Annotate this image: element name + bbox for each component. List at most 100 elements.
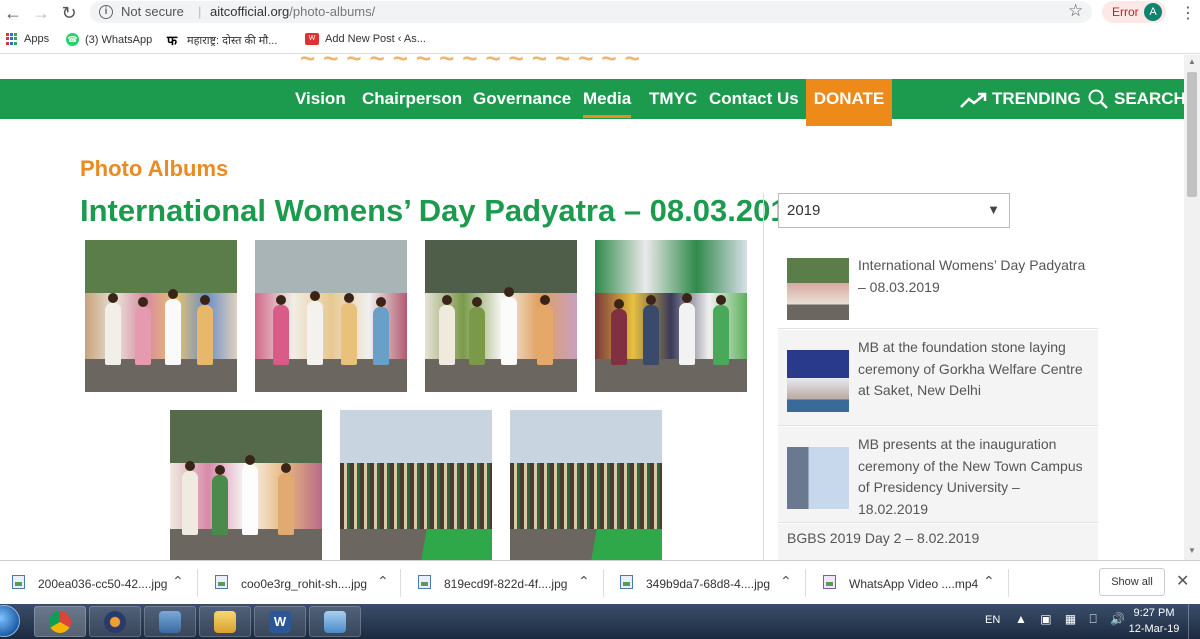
nav-governance[interactable]: Governance: [473, 89, 571, 109]
chevron-up-icon[interactable]: ⌃: [172, 573, 184, 590]
tray-icons[interactable]: ▲ ▣ ▦ ⎕ 🔊: [1015, 612, 1130, 627]
scroll-down-icon[interactable]: ▼: [1188, 546, 1196, 555]
os-taskbar: W EN ▲ ▣ ▦ ⎕ 🔊 9:27 PM 12-Mar-19: [0, 604, 1200, 639]
download-item[interactable]: 819ecd9f-822d-4f....jpg ⌃: [418, 569, 604, 597]
album-thumbnail: [787, 258, 849, 320]
bookmark-news[interactable]: फ महाराष्ट्र: दोस्त की मौ...: [167, 33, 277, 48]
nav-vision[interactable]: Vision: [295, 89, 346, 109]
scroll-up-icon[interactable]: ▲: [1188, 57, 1196, 66]
wordpress-icon: W: [305, 33, 319, 45]
nav-trending[interactable]: TRENDING: [992, 89, 1081, 109]
nav-media[interactable]: Media: [583, 89, 632, 118]
url-text: aitcofficial.org/photo-albums/: [210, 4, 375, 19]
album-photo-4[interactable]: [595, 240, 747, 392]
photo-viewer-icon: [324, 611, 346, 633]
sidebar-divider: [763, 193, 764, 560]
start-button[interactable]: [0, 605, 20, 637]
album-thumbnail: [787, 447, 849, 509]
url-separator: |: [198, 4, 202, 19]
info-icon[interactable]: i: [99, 5, 113, 19]
album-link[interactable]: BGBS 2019 Day 2 – 8.02.2019: [787, 528, 1019, 550]
show-desktop-button[interactable]: [1188, 604, 1200, 639]
page-scrollbar[interactable]: ▲ ▼: [1184, 55, 1200, 560]
clock-time[interactable]: 9:27 PM: [1124, 607, 1184, 619]
album-link[interactable]: MB at the foundation stone laying ceremo…: [858, 337, 1090, 402]
download-item[interactable]: WhatsApp Video ....mp4 ⌃: [823, 569, 1009, 597]
taskbar-word[interactable]: W: [254, 606, 306, 637]
album-photo-2[interactable]: [255, 240, 407, 392]
reload-icon[interactable]: ↻: [58, 2, 80, 24]
chevron-up-icon[interactable]: ⌃: [377, 573, 389, 590]
chrome-icon: [49, 611, 71, 633]
language-indicator[interactable]: EN: [985, 614, 1000, 626]
download-item[interactable]: 349b9da7-68d8-4....jpg ⌃: [620, 569, 806, 597]
browser-menu-icon[interactable]: ⋮: [1180, 3, 1196, 23]
chevron-up-icon[interactable]: ⌃: [983, 573, 995, 590]
year-select[interactable]: 2019 ▼: [778, 193, 1010, 228]
taskbar-photo-viewer[interactable]: [309, 606, 361, 637]
chevron-up-icon[interactable]: ⌃: [780, 573, 792, 590]
browser-toolbar: ← → ↻ i Not secure | aitcofficial.org/ph…: [0, 0, 1200, 26]
download-filename: 349b9da7-68d8-4....jpg: [646, 577, 771, 591]
apps-grid-icon: [6, 33, 18, 45]
profile-error-chip[interactable]: Error A: [1102, 1, 1166, 23]
error-label: Error: [1112, 5, 1139, 19]
url-host: aitcofficial.org: [210, 4, 290, 19]
taskbar-explorer[interactable]: [199, 606, 251, 637]
section-label: Photo Albums: [80, 156, 229, 181]
sidebar-album-item[interactable]: International Womens’ Day Padyatra – 08.…: [778, 245, 1098, 329]
album-link[interactable]: MB presents at the inauguration ceremony…: [858, 434, 1090, 520]
album-photo-7[interactable]: [510, 410, 662, 560]
donate-button[interactable]: DONATE: [806, 79, 892, 126]
album-link[interactable]: International Womens’ Day Padyatra – 08.…: [858, 255, 1090, 298]
chevron-up-icon[interactable]: ⌃: [578, 573, 590, 590]
taskbar-network[interactable]: [144, 606, 196, 637]
nav-chairperson[interactable]: Chairperson: [362, 89, 462, 109]
not-secure-label: Not secure: [121, 4, 184, 19]
bookmark-star-icon[interactable]: ☆: [1068, 1, 1083, 21]
sidebar-album-item[interactable]: BGBS 2019 Day 2 – 8.02.2019: [778, 524, 1098, 560]
avatar: A: [1144, 3, 1162, 21]
close-icon[interactable]: ✕: [1176, 571, 1189, 591]
nav-tmyc[interactable]: TMYC: [649, 89, 697, 109]
sidebar-album-item[interactable]: MB presents at the inauguration ceremony…: [778, 427, 1098, 523]
bookmark-label: Add New Post ‹ As...: [325, 33, 426, 45]
album-thumbnail: [787, 350, 849, 412]
bookmarks-bar: Apps ☎ (3) WhatsApp फ महाराष्ट्र: दोस्त …: [0, 26, 1200, 54]
site-header-strip: ~~~~~~~~~~~~~~~: [0, 55, 1184, 79]
album-title: International Womens’ Day Padyatra – 08.…: [80, 193, 805, 228]
explorer-icon: [214, 611, 236, 633]
trending-icon: [960, 92, 987, 108]
nav-contact-us[interactable]: Contact Us: [709, 89, 799, 109]
album-photo-5[interactable]: [170, 410, 322, 560]
taskbar-chrome[interactable]: [34, 606, 86, 637]
album-photo-3[interactable]: [425, 240, 577, 392]
show-all-button[interactable]: Show all: [1099, 568, 1165, 596]
image-file-icon: [12, 575, 25, 589]
chevron-down-icon: ▼: [987, 202, 1000, 217]
url-path: /photo-albums/: [289, 4, 376, 19]
forward-arrow-icon[interactable]: →: [30, 2, 52, 24]
download-filename: coo0e3rg_rohit-sh....jpg: [241, 577, 368, 591]
sidebar-album-item[interactable]: MB at the foundation stone laying ceremo…: [778, 330, 1098, 426]
download-item[interactable]: coo0e3rg_rohit-sh....jpg ⌃: [215, 569, 401, 597]
album-photo-1[interactable]: [85, 240, 237, 392]
network-icon: [159, 611, 181, 633]
back-arrow-icon[interactable]: ←: [2, 2, 24, 24]
scrollbar-thumb[interactable]: [1187, 72, 1197, 197]
nav-search[interactable]: SEARCH: [1114, 89, 1184, 109]
bookmark-apps[interactable]: Apps: [6, 33, 49, 45]
bookmark-whatsapp[interactable]: ☎ (3) WhatsApp: [66, 33, 152, 46]
site-logo-fragment: ~~~~~~~~~~~~~~~: [300, 55, 840, 61]
address-bar[interactable]: i Not secure | aitcofficial.org/photo-al…: [90, 1, 1092, 23]
bookmark-label: (3) WhatsApp: [85, 33, 153, 46]
image-file-icon: [418, 575, 431, 589]
download-filename: 819ecd9f-822d-4f....jpg: [444, 577, 568, 591]
taskbar-media-player[interactable]: [89, 606, 141, 637]
album-photo-6[interactable]: [340, 410, 492, 560]
search-icon[interactable]: [1088, 89, 1108, 109]
download-item[interactable]: 200ea036-cc50-42....jpg ⌃: [12, 569, 198, 597]
bookmark-add-post[interactable]: W Add New Post ‹ As...: [305, 33, 426, 45]
site-fa-icon: फ: [167, 32, 178, 48]
clock-date[interactable]: 12-Mar-19: [1120, 623, 1188, 635]
